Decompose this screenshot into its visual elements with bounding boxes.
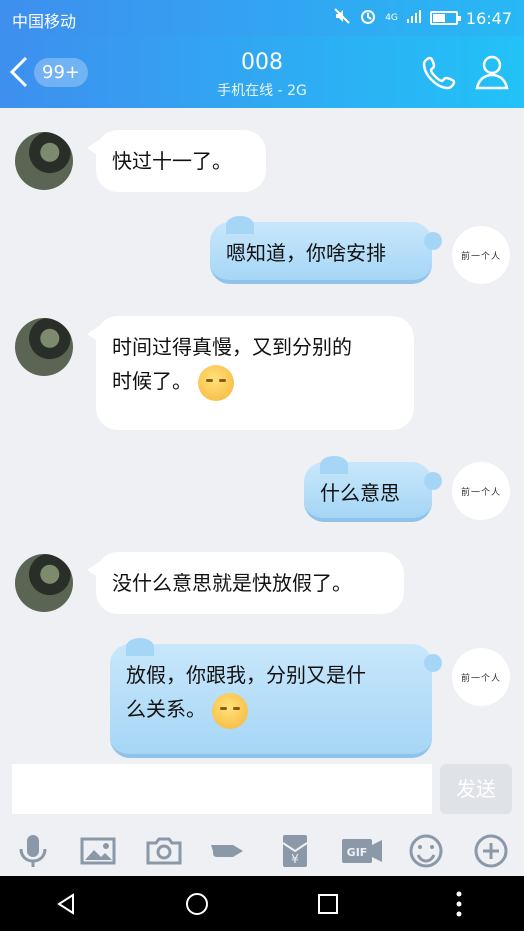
mic-icon[interactable]: [13, 831, 53, 871]
message-text: 快过十一了。: [112, 149, 232, 173]
circle-home-icon: [185, 892, 208, 915]
battery-icon: [429, 11, 461, 25]
plus-icon[interactable]: [471, 831, 511, 871]
message-bubble-received[interactable]: 时间过得真慢，又到分别的 时候了。: [87, 316, 414, 430]
message-bubble-received[interactable]: 快过十一了。: [87, 130, 266, 192]
red-packet-icon[interactable]: ¥: [275, 831, 315, 871]
gif-label: GIF: [347, 846, 368, 859]
clock: 16:47: [465, 8, 512, 28]
my-avatar[interactable]: 前一个人: [452, 648, 510, 706]
system-nav-bar: [0, 876, 524, 931]
nav-home-button[interactable]: [173, 880, 221, 928]
message-text-line-2: 时候了。: [112, 364, 398, 401]
camera-icon[interactable]: [144, 831, 184, 871]
chat-header: 99+ 008 手机在线 - 2G: [0, 36, 524, 108]
more-vertical-icon: [456, 891, 461, 916]
my-avatar[interactable]: 前一个人: [452, 226, 510, 284]
message-text: 没什么意思就是快放假了。: [112, 571, 352, 595]
sweat-face-icon: [212, 692, 249, 729]
message-input[interactable]: [12, 764, 432, 814]
phone-icon: [422, 56, 456, 90]
call-button[interactable]: [420, 52, 460, 92]
my-avatar-label: 前一个人: [460, 673, 501, 684]
poke-icon[interactable]: [209, 831, 249, 871]
carrier-label: 中国移动: [12, 12, 77, 31]
message-text-line: 放假，你跟我，分别又是什: [126, 663, 366, 687]
message-text: 么关系。: [126, 697, 206, 721]
mute-icon: [333, 7, 351, 29]
alarm-icon: [359, 7, 377, 29]
my-avatar-label: 前一个人: [460, 487, 501, 498]
input-bar: 发送: [0, 760, 524, 826]
message-bubble-sent[interactable]: 嗯知道，你啥安排: [210, 216, 442, 284]
contact-avatar[interactable]: [15, 318, 73, 376]
message-text: 嗯知道，你啥安排: [226, 241, 386, 265]
nav-back-button[interactable]: [42, 880, 90, 928]
square-recents-icon: [317, 893, 338, 914]
signal-icon: [406, 8, 422, 28]
nav-menu-button[interactable]: [435, 880, 483, 928]
send-button[interactable]: 发送: [440, 764, 512, 814]
message-text-line-2: 么关系。: [126, 692, 416, 729]
person-icon: [475, 55, 509, 90]
message-text-line: 时间过得真慢，又到分别的: [112, 335, 352, 359]
message-bubble-received[interactable]: 没什么意思就是快放假了。: [87, 552, 404, 614]
emoji-icon[interactable]: [406, 831, 446, 871]
gif-icon[interactable]: GIF: [340, 831, 383, 871]
status-icons: 4G 16:47: [333, 7, 512, 29]
network-label: 4G: [385, 13, 398, 23]
contact-avatar[interactable]: [15, 132, 73, 190]
image-icon[interactable]: [78, 831, 118, 871]
contact-avatar[interactable]: [15, 554, 73, 612]
message-text: 什么意思: [320, 481, 400, 505]
message-text: 时候了。: [112, 369, 192, 393]
my-avatar[interactable]: 前一个人: [452, 462, 510, 520]
profile-button[interactable]: [472, 52, 512, 92]
my-avatar-label: 前一个人: [460, 251, 501, 262]
message-bubble-sent[interactable]: 什么意思: [304, 456, 442, 522]
input-toolbar: ¥ GIF: [0, 826, 524, 876]
message-bubble-sent[interactable]: 放假，你跟我，分别又是什 么关系。: [110, 638, 442, 758]
yuan-label: ¥: [291, 852, 299, 866]
nav-recents-button[interactable]: [304, 880, 352, 928]
status-bar: 中国移动 4G 16:47: [0, 0, 524, 36]
triangle-back-icon: [56, 892, 74, 915]
pensive-face-icon: [198, 364, 235, 401]
